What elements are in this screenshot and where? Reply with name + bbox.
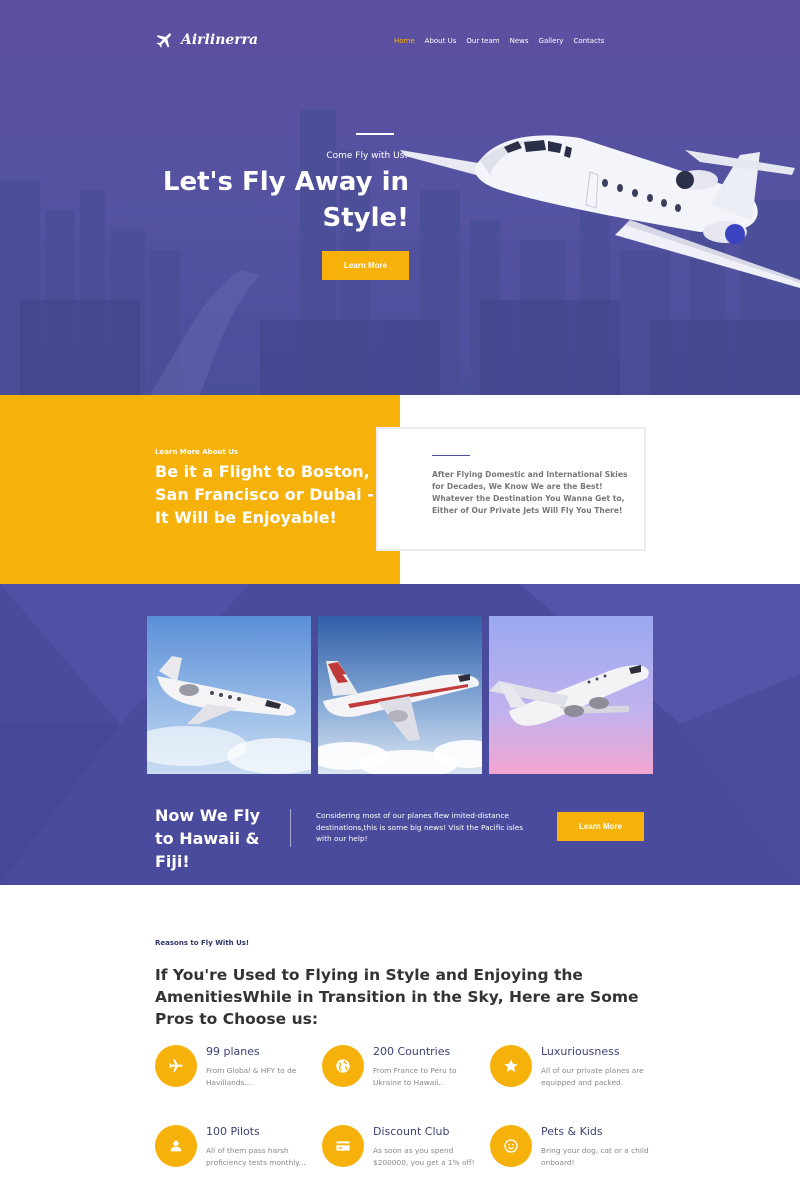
feature-pets-kids: Pets & Kids Bring your dog, cat or a chi…: [490, 1125, 650, 1185]
feature-title: Luxuriousness: [541, 1045, 620, 1058]
nav-our-team[interactable]: Our team: [466, 37, 499, 45]
feature-title: 100 Pilots: [206, 1125, 260, 1138]
about-kicker: Learn More About Us: [155, 448, 239, 456]
brand-name: Airlinerra: [181, 32, 259, 48]
nav-contacts[interactable]: Contacts: [573, 37, 604, 45]
brand-logo[interactable]: Airlinerra: [155, 30, 258, 50]
gallery-photo-takeoff-sunset[interactable]: [489, 616, 653, 774]
about-divider: [432, 455, 470, 456]
feature-text: Bring your dog, cat or a child onboard!: [541, 1146, 649, 1167]
reasons-title: If You're Used to Flying in Style and En…: [155, 966, 639, 1028]
fleet-divider: [290, 809, 291, 847]
hero-title: Let's Fly Away in Style!: [162, 167, 409, 233]
person-icon: [155, 1125, 197, 1167]
feature-text: All of them pass harsh proficiency tests…: [206, 1146, 306, 1167]
feature-discount-club: Discount Club As soon as you spend $2000…: [322, 1125, 482, 1185]
fleet-title: Now We Fly to Hawaii & Fiji!: [155, 806, 261, 871]
fleet-text: Considering most of our planes flew imit…: [316, 811, 524, 843]
nav-news[interactable]: News: [510, 37, 529, 45]
feature-title: 99 planes: [206, 1045, 260, 1058]
feature-countries: 200 Countries From France to Peru to Ukr…: [322, 1045, 482, 1105]
gallery-photo-airliner-clouds[interactable]: [318, 616, 482, 774]
feature-pilots: 100 Pilots All of them pass harsh profic…: [155, 1125, 315, 1185]
feature-luxuriousness: Luxuriousness All of our private planes …: [490, 1045, 650, 1105]
feature-title: Discount Club: [373, 1125, 450, 1138]
hero-section: Airlinerra Home About Us Our team News G…: [0, 0, 800, 395]
feature-planes: 99 planes From Global & HFY to de Havill…: [155, 1045, 315, 1105]
main-nav: Home About Us Our team News Gallery Cont…: [394, 37, 604, 45]
gallery-photo-private-jet[interactable]: [147, 616, 311, 774]
hero-divider: [356, 133, 394, 135]
hero-kicker: Come Fly with Us!: [326, 151, 408, 161]
about-text: After Flying Domestic and International …: [432, 470, 628, 515]
reasons-kicker: Reasons to Fly With Us!: [155, 939, 250, 947]
nav-gallery[interactable]: Gallery: [539, 37, 564, 45]
reasons-section: Reasons to Fly With Us! If You're Used t…: [0, 885, 800, 1200]
feature-text: All of our private planes are equipped a…: [541, 1066, 644, 1087]
globe-icon: [322, 1045, 364, 1087]
hero-airplane-image: [400, 135, 800, 288]
nav-home[interactable]: Home: [394, 37, 415, 45]
feature-title: 200 Countries: [373, 1045, 451, 1058]
fleet-section: Now We Fly to Hawaii & Fiji! Considering…: [0, 584, 800, 885]
hero-learn-more-button[interactable]: Learn More: [322, 251, 409, 280]
about-title: Be it a Flight to Boston, San Francisco …: [155, 462, 374, 527]
fleet-learn-more-button[interactable]: Learn More: [557, 812, 644, 841]
feature-text: As soon as you spend $200000, you get a …: [373, 1146, 475, 1167]
plane-logo-icon: [156, 33, 171, 48]
card-icon: [322, 1125, 364, 1167]
feature-title: Pets & Kids: [541, 1125, 603, 1138]
star-icon: [490, 1045, 532, 1087]
nav-about-us[interactable]: About Us: [425, 37, 457, 45]
plane-icon: [155, 1045, 197, 1087]
feature-text: From France to Peru to Ukraine to Hawaii…: [373, 1066, 457, 1087]
smile-icon: [490, 1125, 532, 1167]
about-text-box: After Flying Domestic and International …: [376, 427, 646, 551]
about-section: Learn More About Us Be it a Flight to Bo…: [0, 395, 800, 584]
feature-text: From Global & HFY to de Havillands...: [206, 1066, 297, 1087]
